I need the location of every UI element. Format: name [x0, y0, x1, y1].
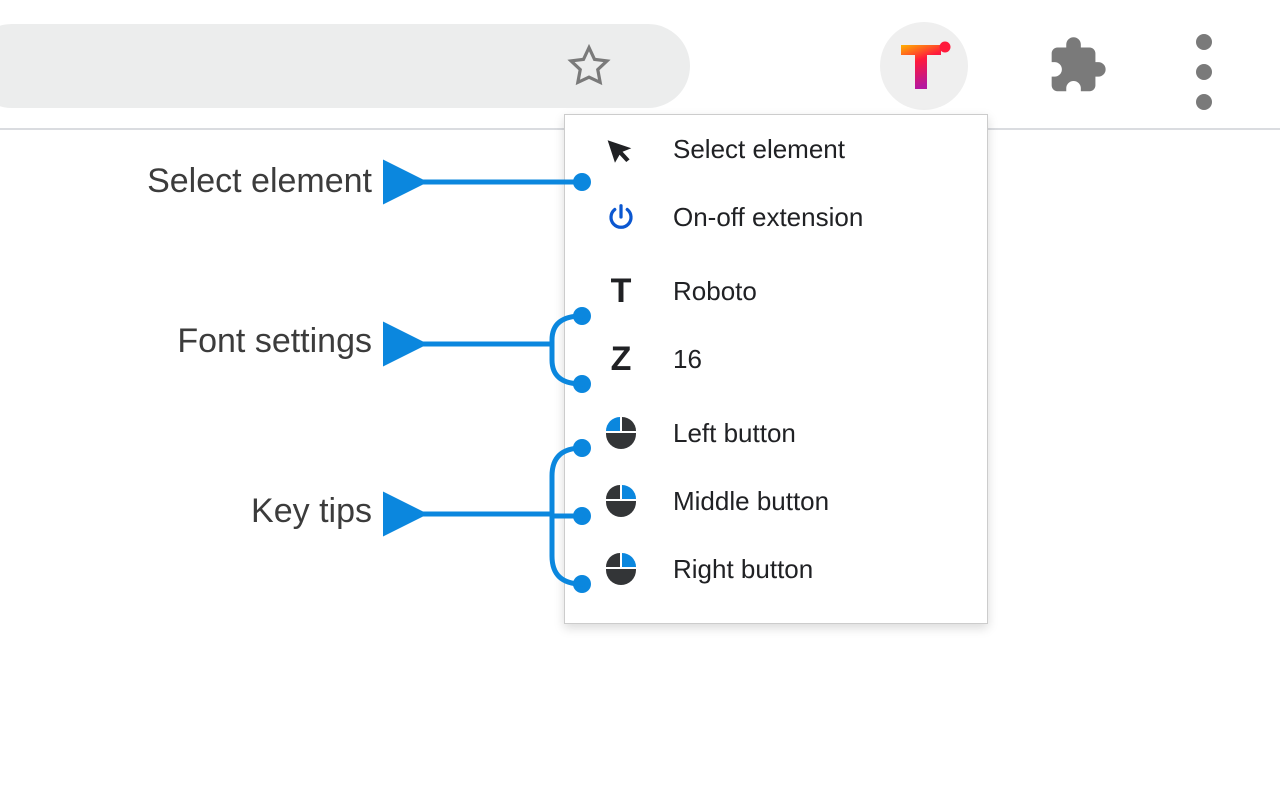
menu-item-label: Right button: [673, 554, 813, 585]
menu-item-left-button[interactable]: Left button: [565, 399, 987, 467]
menu-item-font-family[interactable]: T Roboto: [565, 257, 987, 325]
bookmark-star-icon[interactable]: [565, 42, 613, 90]
extension-popup: Select element On-off extension T Roboto…: [564, 114, 988, 624]
menu-item-label: Left button: [673, 418, 796, 449]
address-bar[interactable]: [0, 24, 690, 108]
menu-item-label: Roboto: [673, 276, 757, 307]
menu-item-select-element[interactable]: Select element: [565, 115, 987, 183]
menu-item-label: Select element: [673, 134, 845, 165]
menu-item-label: On-off extension: [673, 202, 863, 233]
power-icon: [603, 199, 639, 235]
menu-item-label: Middle button: [673, 486, 829, 517]
annotation-select-element: Select element: [30, 162, 372, 201]
extensions-icon[interactable]: [1040, 30, 1110, 100]
menu-item-font-size[interactable]: Z 16: [565, 325, 987, 393]
annotation-key-tips: Key tips: [30, 492, 372, 531]
extension-button-typeface[interactable]: [880, 22, 968, 110]
browser-menu-icon[interactable]: [1196, 34, 1212, 110]
mouse-left-icon: [603, 415, 639, 451]
menu-item-on-off[interactable]: On-off extension: [565, 183, 987, 251]
annotation-font-settings: Font settings: [30, 322, 372, 361]
font-letter-icon: T: [603, 273, 639, 309]
menu-item-label: 16: [673, 344, 702, 375]
menu-item-middle-button[interactable]: Middle button: [565, 467, 987, 535]
browser-toolbar: [0, 0, 1280, 130]
mouse-right-icon: [603, 551, 639, 587]
mouse-middle-icon: [603, 483, 639, 519]
cursor-icon: [603, 131, 639, 167]
menu-item-right-button[interactable]: Right button: [565, 535, 987, 603]
font-size-icon: Z: [603, 341, 639, 377]
